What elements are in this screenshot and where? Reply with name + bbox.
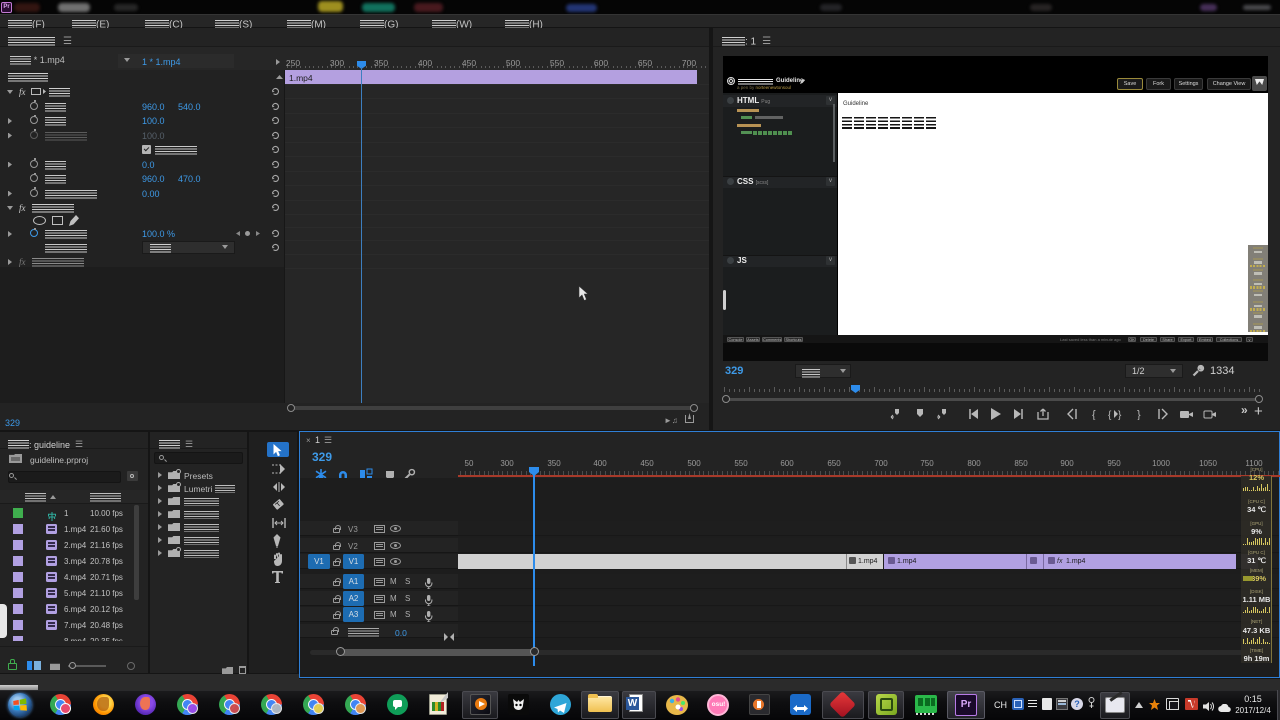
svg-text:}: }: [1137, 409, 1141, 420]
svg-text:{: {: [1108, 410, 1112, 420]
svg-text:}: }: [1118, 410, 1122, 420]
svg-text:{: {: [1092, 409, 1096, 420]
